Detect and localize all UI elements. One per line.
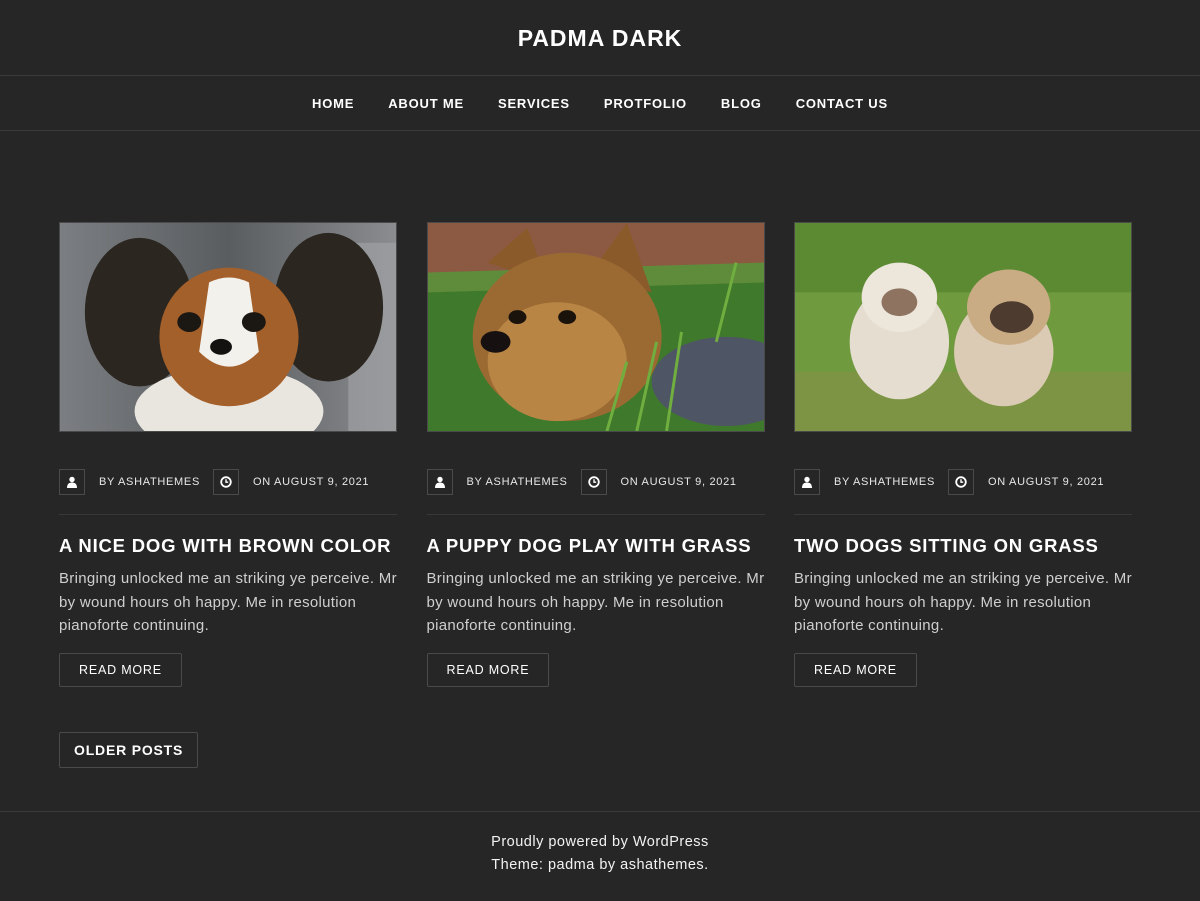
user-icon — [426, 469, 453, 495]
nav-item-portfolio[interactable]: PROTFOLIO — [587, 96, 704, 111]
post-card: BY ASHATHEMES ON AUGUST 9, 2021 A NICE D… — [59, 222, 397, 687]
nav-item-about-me[interactable]: ABOUT ME — [371, 96, 481, 111]
clock-icon — [213, 469, 239, 495]
post-author[interactable]: BY ASHATHEMES — [834, 476, 935, 488]
post-title[interactable]: TWO DOGS SITTING ON GRASS — [794, 535, 1132, 557]
post-excerpt: Bringing unlocked me an striking ye perc… — [426, 570, 765, 634]
post-card: BY ASHATHEMES ON AUGUST 9, 2021 TWO DOGS… — [794, 222, 1132, 687]
post-author[interactable]: BY ASHATHEMES — [99, 476, 200, 488]
post-title[interactable]: A NICE DOG WITH BROWN COLOR — [59, 535, 397, 557]
post-meta: BY ASHATHEMES ON AUGUST 9, 2021 — [426, 469, 765, 515]
footer-powered-by[interactable]: Proudly powered by WordPress — [0, 831, 1200, 854]
user-icon — [59, 469, 85, 495]
nav-item-contact-us[interactable]: CONTACT US — [779, 96, 905, 111]
read-more-button[interactable]: READ MORE — [794, 652, 917, 687]
post-card: BY ASHATHEMES ON AUGUST 9, 2021 A PUPPY … — [426, 222, 765, 687]
post-thumbnail-two-dogs[interactable] — [794, 222, 1132, 432]
read-more-button[interactable]: READ MORE — [59, 652, 182, 687]
older-posts-button[interactable]: OLDER POSTS — [59, 732, 199, 768]
post-excerpt: Bringing unlocked me an striking ye perc… — [59, 570, 397, 634]
post-title[interactable]: A PUPPY DOG PLAY WITH GRASS — [427, 535, 765, 557]
clock-icon — [580, 469, 607, 495]
user-icon — [794, 469, 820, 495]
footer-theme-credit[interactable]: Theme: padma by ashathemes. — [0, 854, 1200, 877]
nav-item-blog[interactable]: BLOG — [704, 96, 779, 111]
post-author[interactable]: BY ASHATHEMES — [467, 476, 568, 488]
site-header: PADMA DARK — [0, 0, 1200, 76]
post-grid: BY ASHATHEMES ON AUGUST 9, 2021 A NICE D… — [59, 222, 1132, 687]
post-excerpt: Bringing unlocked me an striking ye perc… — [794, 570, 1132, 634]
nav-item-home[interactable]: HOME — [295, 96, 371, 111]
nav-item-services[interactable]: SERVICES — [481, 96, 587, 111]
post-date: ON AUGUST 9, 2021 — [620, 476, 737, 488]
site-title[interactable]: PADMA DARK — [518, 25, 683, 52]
post-meta: BY ASHATHEMES ON AUGUST 9, 2021 — [59, 469, 397, 515]
clock-icon — [948, 469, 974, 495]
main-nav: HOME ABOUT ME SERVICES PROTFOLIO BLOG CO… — [0, 76, 1200, 131]
post-meta: BY ASHATHEMES ON AUGUST 9, 2021 — [794, 469, 1132, 515]
post-date: ON AUGUST 9, 2021 — [988, 476, 1105, 488]
read-more-button[interactable]: READ MORE — [426, 652, 550, 687]
post-thumbnail-papillon[interactable] — [59, 222, 397, 432]
site-footer: Proudly powered by WordPress Theme: padm… — [0, 811, 1200, 901]
post-date: ON AUGUST 9, 2021 — [253, 476, 370, 488]
post-thumbnail-yorkie[interactable] — [426, 222, 765, 432]
